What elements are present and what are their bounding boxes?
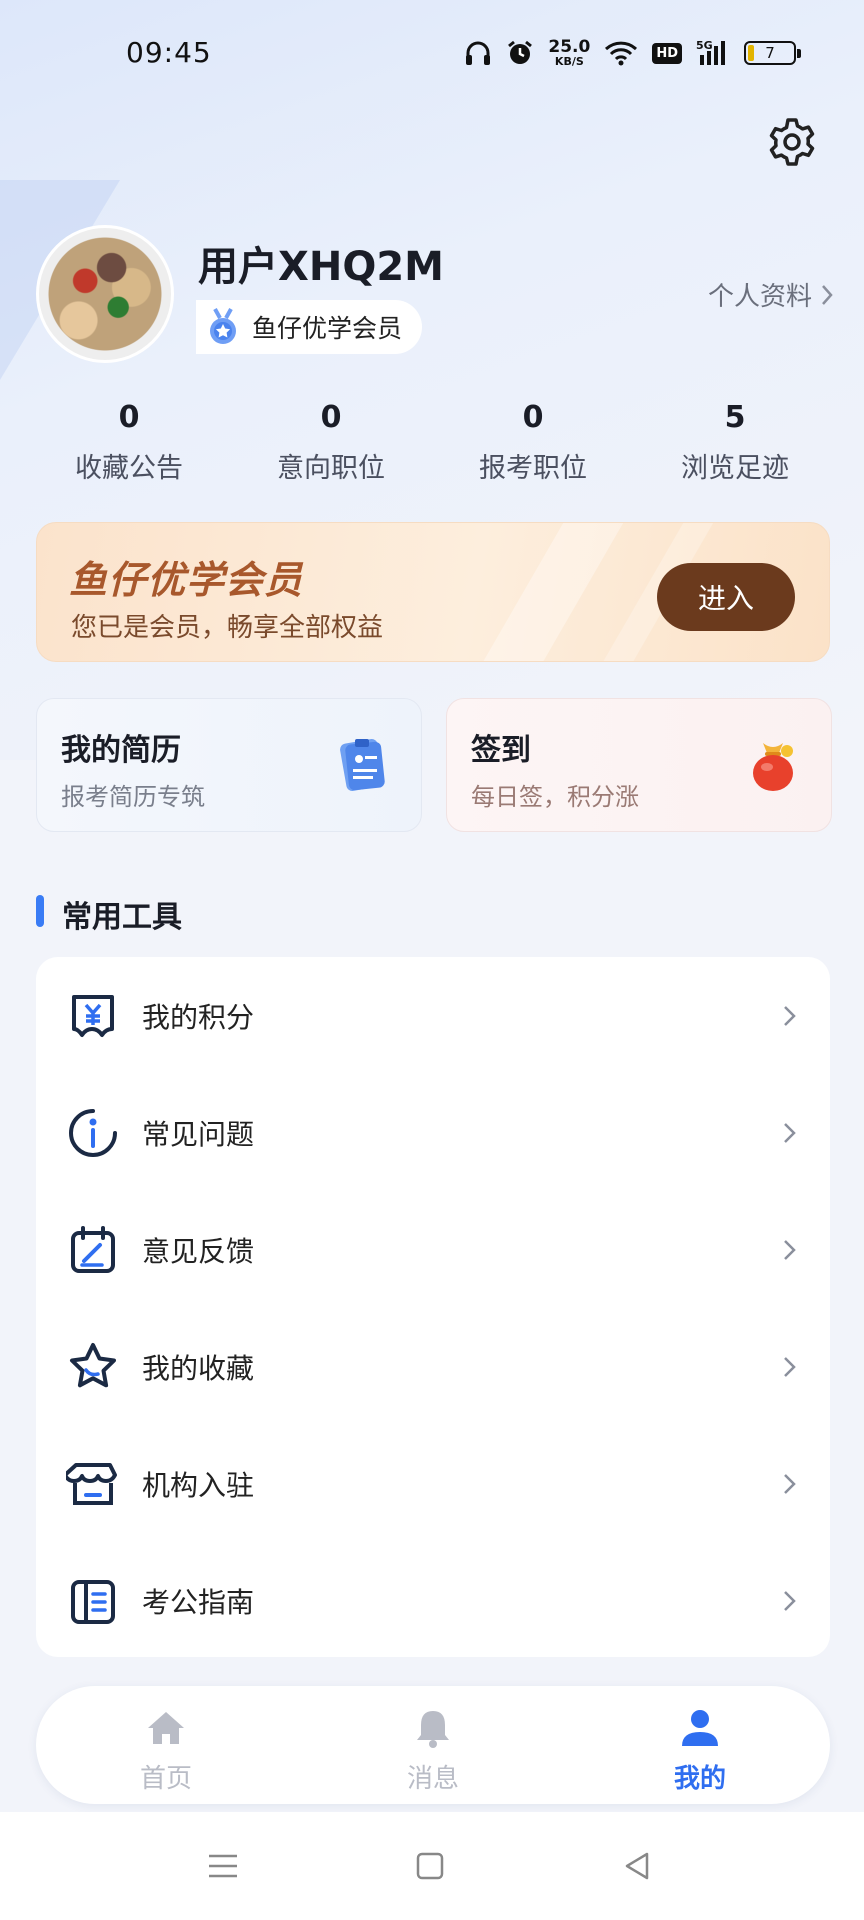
chevron-right-icon — [784, 1239, 796, 1260]
member-label: 鱼仔优学会员 — [252, 314, 403, 343]
stat-value: 0 — [522, 400, 544, 435]
network-speed-unit: KB/S — [554, 55, 584, 68]
avatar[interactable] — [36, 225, 174, 363]
resume-card-subtitle: 报考简历专筑 — [61, 783, 205, 811]
chevron-right-icon — [784, 1122, 796, 1143]
stat-label: 意向职位 — [277, 453, 385, 484]
hd-badge: HD — [652, 42, 682, 64]
feedback-icon — [71, 1225, 115, 1273]
signin-card-title: 签到 — [471, 733, 531, 768]
tool-label: 机构入驻 — [142, 1468, 255, 1502]
medal-icon — [210, 308, 236, 344]
tool-label: 考公指南 — [142, 1585, 255, 1619]
info-icon — [69, 1108, 117, 1157]
tool-item-guide[interactable]: 考公指南 — [36, 1542, 830, 1659]
resume-card-title: 我的简历 — [61, 733, 181, 768]
tab-mine[interactable]: 我的 — [600, 1686, 800, 1804]
section-accent-bar — [36, 895, 44, 927]
vip-card[interactable]: 鱼仔优学会员 您已是会员，畅享全部权益 进入 — [36, 522, 830, 662]
vip-subtitle: 您已是会员，畅享全部权益 — [71, 613, 384, 643]
tool-item-favorites[interactable]: 我的收藏 — [36, 1308, 830, 1425]
vip-enter-button[interactable]: 进入 — [657, 563, 795, 631]
home-icon — [148, 1712, 184, 1744]
tab-label: 我的 — [673, 1764, 726, 1794]
wifi-icon — [604, 40, 638, 66]
member-badge[interactable]: 鱼仔优学会员 — [196, 300, 423, 354]
home-square-icon[interactable] — [410, 1846, 450, 1886]
stat-applied-positions[interactable]: 0 报考职位 — [432, 396, 634, 485]
profile-link[interactable]: 个人资料 — [708, 276, 834, 313]
tool-label: 我的收藏 — [142, 1351, 255, 1385]
points-icon — [72, 994, 114, 1037]
network-speed: 25.0 KB/S — [548, 37, 591, 68]
chevron-right-icon — [784, 1473, 796, 1494]
tab-messages[interactable]: 消息 — [333, 1686, 533, 1804]
back-icon[interactable] — [617, 1846, 657, 1886]
battery-indicator: 7 — [744, 41, 801, 65]
battery-level: 7 — [765, 44, 775, 62]
section-title: 常用工具 — [62, 900, 182, 935]
stat-value: 0 — [118, 400, 140, 435]
status-icons: 25.0 KB/S HD 5G 7 — [464, 36, 801, 70]
stat-history[interactable]: 5 浏览足迹 — [634, 396, 836, 485]
lucky-bag-icon — [753, 743, 793, 791]
stat-intended-positions[interactable]: 0 意向职位 — [230, 396, 432, 485]
signin-card[interactable]: 签到 每日签，积分涨 — [446, 698, 832, 832]
network-speed-value: 25.0 — [548, 37, 591, 57]
settings-button[interactable] — [764, 114, 820, 170]
vip-title: 鱼仔优学会员 — [69, 558, 304, 602]
tools-list: 我的积分 常见问题 意见反馈 我的收藏 机构入驻 考公指南 — [36, 957, 830, 1657]
menu-icon[interactable] — [203, 1846, 243, 1886]
stat-favorites[interactable]: 0 收藏公告 — [28, 396, 230, 485]
resume-icon — [340, 739, 385, 791]
tool-item-feedback[interactable]: 意见反馈 — [36, 1191, 830, 1308]
stat-label: 浏览足迹 — [681, 453, 789, 484]
guide-icon — [71, 1579, 115, 1624]
tab-label: 消息 — [406, 1764, 459, 1794]
tool-item-institution[interactable]: 机构入驻 — [36, 1425, 830, 1542]
stat-value: 5 — [724, 400, 746, 435]
stat-value: 0 — [320, 400, 342, 435]
signin-card-subtitle: 每日签，积分涨 — [471, 783, 639, 811]
resume-card[interactable]: 我的简历 报考简历专筑 — [36, 698, 422, 832]
star-icon — [70, 1342, 116, 1387]
profile-link-label: 个人资料 — [707, 282, 812, 312]
stat-label: 收藏公告 — [75, 453, 183, 484]
tab-label: 首页 — [139, 1764, 192, 1794]
tool-label: 意见反馈 — [142, 1234, 255, 1268]
gear-icon — [769, 118, 815, 166]
user-icon — [682, 1710, 718, 1746]
chevron-right-icon — [784, 1356, 796, 1377]
bell-icon — [417, 1711, 449, 1748]
signal-icon: 5G — [696, 39, 730, 67]
tool-item-points[interactable]: 我的积分 — [36, 957, 830, 1074]
store-icon — [66, 1462, 117, 1505]
tool-label: 常见问题 — [142, 1117, 255, 1151]
system-nav-bar — [0, 1812, 864, 1920]
tool-item-faq[interactable]: 常见问题 — [36, 1074, 830, 1191]
svg-text:5G: 5G — [696, 39, 713, 52]
chevron-right-icon — [822, 284, 833, 305]
alarm-icon — [506, 39, 534, 67]
tab-home[interactable]: 首页 — [66, 1686, 266, 1804]
chevron-right-icon — [784, 1005, 796, 1026]
stat-label: 报考职位 — [479, 453, 587, 484]
headphones-icon — [464, 40, 492, 66]
bottom-tab-bar: 首页 消息 我的 — [36, 1686, 830, 1804]
vip-card-decoration — [459, 523, 635, 661]
tool-label: 我的积分 — [142, 1000, 255, 1034]
battery-fill — [748, 45, 754, 61]
username: 用户XHQ2M — [198, 244, 444, 290]
chevron-right-icon — [784, 1590, 796, 1611]
status-bar: 09:45 25.0 KB/S HD 5G 7 — [0, 0, 864, 110]
status-time: 09:45 — [126, 36, 212, 69]
stats-row: 0 收藏公告 0 意向职位 0 报考职位 5 浏览足迹 — [28, 396, 836, 485]
